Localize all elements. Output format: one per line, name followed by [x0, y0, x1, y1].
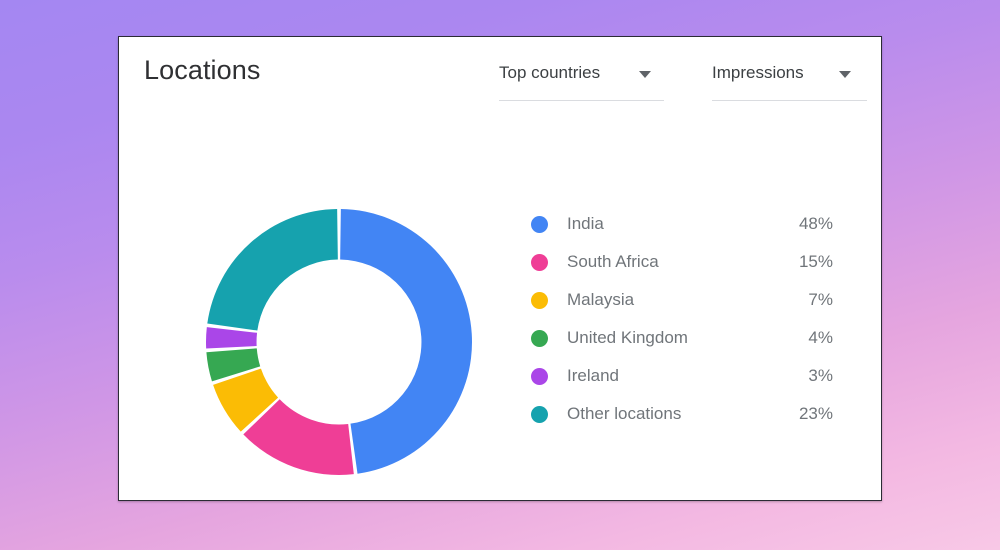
page-title: Locations	[144, 55, 261, 85]
card-header: Locations Top countries Impressions	[119, 37, 881, 109]
legend-color-dot	[531, 367, 548, 385]
legend-item-value: 15%	[798, 252, 833, 271]
page-root: Locations Top countries Impressions Indi…	[0, 0, 1000, 550]
donut-slice[interactable]	[340, 209, 473, 474]
legend-item-value: 48%	[798, 214, 833, 233]
legend-item[interactable]: India 48%	[531, 205, 833, 243]
legend-color-dot	[531, 405, 548, 423]
donut-chart	[189, 197, 489, 487]
donut-slice[interactable]	[207, 209, 338, 331]
legend-color-dot	[531, 291, 548, 309]
legend-item[interactable]: South Africa 15%	[531, 243, 833, 281]
legend-item-label: Other locations	[567, 404, 682, 423]
legend-item[interactable]: Ireland 3%	[531, 357, 833, 395]
legend-item-label: United Kingdom	[567, 328, 688, 347]
chevron-down-icon	[839, 71, 851, 78]
metric-selector-label: Impressions	[712, 63, 804, 82]
scope-selector[interactable]: Top countries	[499, 63, 664, 101]
legend-item-label: India	[567, 214, 604, 233]
legend-item-value: 4%	[808, 328, 833, 347]
metric-selector[interactable]: Impressions	[712, 63, 867, 101]
legend-item-value: 23%	[798, 404, 833, 423]
donut-slice[interactable]	[206, 327, 258, 349]
donut-chart-svg	[206, 209, 473, 475]
chart-legend: India 48% South Africa 15% Malaysia 7% United …	[531, 205, 833, 433]
legend-color-dot	[531, 215, 548, 233]
legend-item-value: 7%	[808, 290, 833, 309]
legend-item[interactable]: United Kingdom 4%	[531, 319, 833, 357]
locations-card: Locations Top countries Impressions Indi…	[118, 36, 882, 501]
legend-color-dot	[531, 329, 548, 347]
legend-item-value: 3%	[808, 366, 833, 385]
legend-item-label: South Africa	[567, 252, 659, 271]
chevron-down-icon	[639, 71, 651, 78]
donut-slice-group	[206, 209, 473, 475]
legend-item-label: Ireland	[567, 366, 619, 385]
legend-item-label: Malaysia	[567, 290, 635, 309]
legend-item[interactable]: Malaysia 7%	[531, 281, 833, 319]
legend-color-dot	[531, 253, 548, 271]
legend-item[interactable]: Other locations 23%	[531, 395, 833, 433]
scope-selector-label: Top countries	[499, 63, 601, 82]
